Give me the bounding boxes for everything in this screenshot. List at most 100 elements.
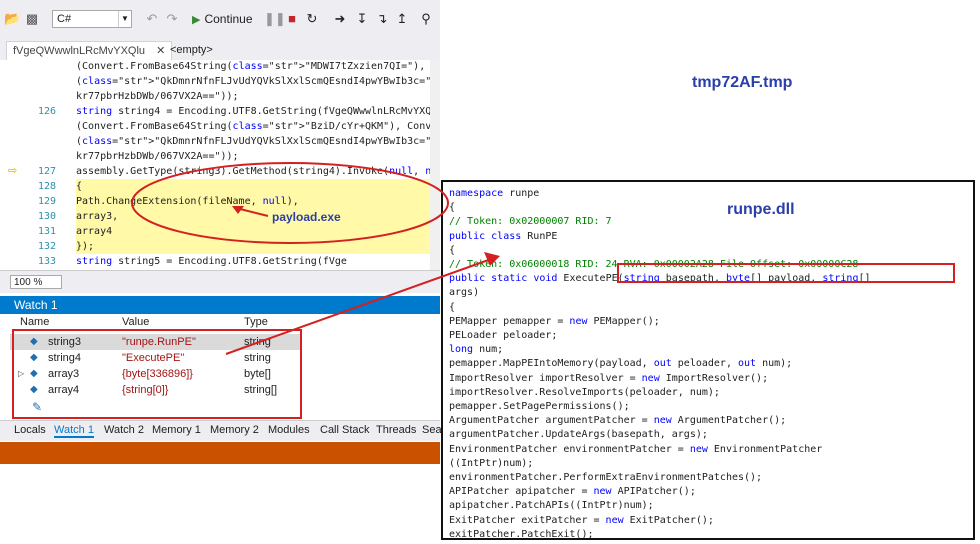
line-number: 126 bbox=[37, 106, 56, 117]
code-line: (Convert.FromBase64String(class="str">"M… bbox=[0, 60, 440, 74]
tab-memory-2[interactable]: Memory 2 bbox=[210, 424, 259, 436]
code-line: (Convert.FromBase64String(class="str">"B… bbox=[0, 119, 440, 134]
tab-watch-1[interactable]: Watch 1 bbox=[54, 424, 94, 438]
watch-name: array4 bbox=[48, 384, 80, 396]
tab-locals[interactable]: Locals bbox=[14, 424, 46, 436]
line-number: 127 bbox=[37, 166, 56, 177]
tab-empty[interactable]: <empty> bbox=[170, 42, 213, 58]
code-text: array4 bbox=[76, 226, 113, 237]
runpe-code-line: ((IntPtr)num); bbox=[449, 457, 534, 469]
runpe-dll-annotation: runpe.dll bbox=[727, 201, 795, 218]
line-number: 131 bbox=[37, 226, 56, 237]
tab-modules[interactable]: Modules bbox=[268, 424, 310, 436]
tab-document-label: fVgeQWwwlnLRcMvYXQlu bbox=[13, 45, 146, 57]
runpe-code-line: argumentPatcher.UpdateArgs(basepath, arg… bbox=[449, 429, 708, 441]
runpe-code-line: // Token: 0x06000018 RID: 24 RVA: 0x0000… bbox=[449, 259, 859, 270]
runpe-code-line: { bbox=[449, 301, 456, 313]
code-text: string string4 = Encoding.UTF8.GetString… bbox=[76, 106, 440, 117]
continue-label: Continue bbox=[204, 12, 253, 26]
runpe-code-line: pemapper.MapPEIntoMemory(payload, out pe… bbox=[449, 358, 793, 370]
line-number: 132 bbox=[37, 241, 56, 252]
variable-icon: ◆ bbox=[30, 384, 38, 395]
line-number: 133 bbox=[37, 256, 56, 267]
column-name: Name bbox=[20, 316, 50, 328]
runpe-code-line: long num; bbox=[449, 344, 504, 356]
debug-tool-tabs: Locals Watch 1 Watch 2 Memory 1 Memory 2 Modu… bbox=[0, 420, 442, 441]
code-editor[interactable]: (Convert.FromBase64String(class="str">"M… bbox=[0, 60, 440, 270]
stop-icon[interactable]: ■ bbox=[284, 11, 300, 27]
watch-row[interactable]: ◆ string3 "runpe.RunPE" string bbox=[10, 334, 300, 350]
watch-name: string3 bbox=[48, 336, 82, 348]
expand-arrow-icon[interactable]: ▷ bbox=[18, 366, 24, 382]
restart-icon[interactable]: ↻ bbox=[304, 11, 320, 27]
runpe-code-line: apipatcher.PatchAPIs((IntPtr)num); bbox=[449, 500, 654, 512]
watch-window[interactable]: Name Value Type ◆ string3 "runpe.RunPE" str… bbox=[0, 314, 440, 420]
zoom-bar: 100 % bbox=[0, 270, 440, 293]
redo-icon[interactable]: ↷ bbox=[164, 11, 180, 27]
code-text: kr77pbrHzbDWb/067VX2A==")); bbox=[76, 151, 239, 162]
code-text: array3, bbox=[76, 211, 119, 222]
watch-window-title: Watch 1 bbox=[0, 296, 440, 314]
undo-icon[interactable]: ↶ bbox=[144, 11, 160, 27]
status-bar bbox=[0, 442, 440, 464]
step-over-icon[interactable]: ➜ bbox=[332, 11, 348, 27]
code-line: 131 array4 bbox=[0, 224, 440, 239]
language-select[interactable]: C# ▼ bbox=[52, 10, 132, 28]
runpe-code-line: namespace runpe bbox=[449, 188, 540, 199]
watch-row[interactable]: ◆ array4 {string[0]} string[] bbox=[10, 382, 300, 398]
runpe-code-line: exitPatcher.PatchExit(); bbox=[449, 528, 594, 540]
step-out-icon[interactable]: ↥ bbox=[394, 11, 410, 27]
code-line: (class="str">"QkDmnrNfnFLJvUdYQVkSlXxlSc… bbox=[0, 134, 440, 149]
watch-row[interactable]: ◆ string4 "ExecutePE" string bbox=[10, 350, 300, 366]
runpe-code-line: public class RunPE bbox=[449, 230, 558, 242]
tab-sea[interactable]: Sea bbox=[422, 424, 442, 436]
runpe-code-line: public static void ExecutePE(string base… bbox=[449, 273, 871, 285]
watch-value: "runpe.RunPE" bbox=[122, 336, 196, 348]
tab-watch-2[interactable]: Watch 2 bbox=[104, 424, 144, 436]
search-icon[interactable]: ⚲ bbox=[418, 11, 434, 27]
tab-document[interactable]: fVgeQWwwlnLRcMvYXQlu ✕ bbox=[6, 41, 173, 60]
code-line: 132 }); bbox=[0, 239, 440, 254]
step-into-specific-icon[interactable]: ↴ bbox=[374, 11, 390, 27]
code-line: kr77pbrHzbDWb/067VX2A==")); bbox=[0, 89, 440, 104]
watch-type: string[] bbox=[244, 384, 278, 396]
runpe-code-line: APIPatcher apipatcher = new APIPatcher()… bbox=[449, 486, 696, 498]
variable-icon: ◆ bbox=[30, 368, 38, 379]
code-text: string string5 = Encoding.UTF8.GetString… bbox=[76, 256, 347, 267]
tab-threads[interactable]: Threads bbox=[376, 424, 416, 436]
code-text: assembly.GetType(string3).GetMethod(stri… bbox=[76, 166, 440, 177]
watch-type: string bbox=[244, 352, 271, 364]
code-line: 133 string string5 = Encoding.UTF8.GetSt… bbox=[0, 254, 440, 269]
column-value: Value bbox=[122, 316, 150, 328]
variable-icon: ◆ bbox=[30, 352, 38, 363]
runpe-code-line: // Token: 0x02000007 RID: 7 bbox=[449, 216, 612, 228]
code-line: 127 assembly.GetType(string3).GetMethod(… bbox=[0, 164, 440, 179]
tab-call-stack[interactable]: Call Stack bbox=[320, 424, 370, 436]
pause-icon[interactable]: ❚❚ bbox=[264, 11, 286, 27]
variable-icon: ◆ bbox=[30, 336, 38, 347]
close-icon[interactable]: ✕ bbox=[156, 45, 165, 57]
chevron-down-icon: ▼ bbox=[118, 11, 131, 27]
line-number: 130 bbox=[37, 211, 56, 222]
watch-type: byte[] bbox=[244, 368, 271, 380]
watch-value: {byte[336896]} bbox=[122, 368, 193, 380]
watch-row[interactable]: ▷ ◆ array3 {byte[336896]} byte[] bbox=[10, 366, 300, 382]
code-line: kr77pbrHzbDWb/067VX2A==")); bbox=[0, 149, 440, 164]
code-text: { bbox=[76, 181, 83, 192]
watch-type: string bbox=[244, 336, 271, 348]
save-icon[interactable]: ▩ bbox=[24, 11, 40, 27]
runpe-code-line: ImportResolver importResolver = new Impo… bbox=[449, 372, 769, 384]
runpe-code-line: EnvironmentPatcher environmentPatcher = … bbox=[449, 443, 823, 455]
tab-memory-1[interactable]: Memory 1 bbox=[152, 424, 201, 436]
edit-pencil-icon[interactable]: ✎ bbox=[32, 400, 42, 414]
debug-toolbar: 📂 ▩ C# ▼ ↶ ↷ ▶ Continue ❚❚ ■ ↻ ➜ ↧ ↴ ↥ ⚲ bbox=[0, 0, 440, 40]
zoom-select[interactable]: 100 % bbox=[10, 275, 62, 289]
step-into-icon[interactable]: ↧ bbox=[354, 11, 370, 27]
editor-scrollbar[interactable] bbox=[430, 60, 440, 270]
continue-button[interactable]: ▶ Continue bbox=[192, 10, 253, 28]
code-line: 128 { bbox=[0, 179, 440, 194]
document-tabstrip: fVgeQWwwlnLRcMvYXQlu ✕ <empty> bbox=[0, 40, 440, 61]
payload-exe-annotation: payload.exe bbox=[272, 210, 341, 224]
open-folder-icon[interactable]: 📂 bbox=[4, 11, 20, 27]
code-text: (Convert.FromBase64String(class="str">"B… bbox=[76, 121, 440, 132]
